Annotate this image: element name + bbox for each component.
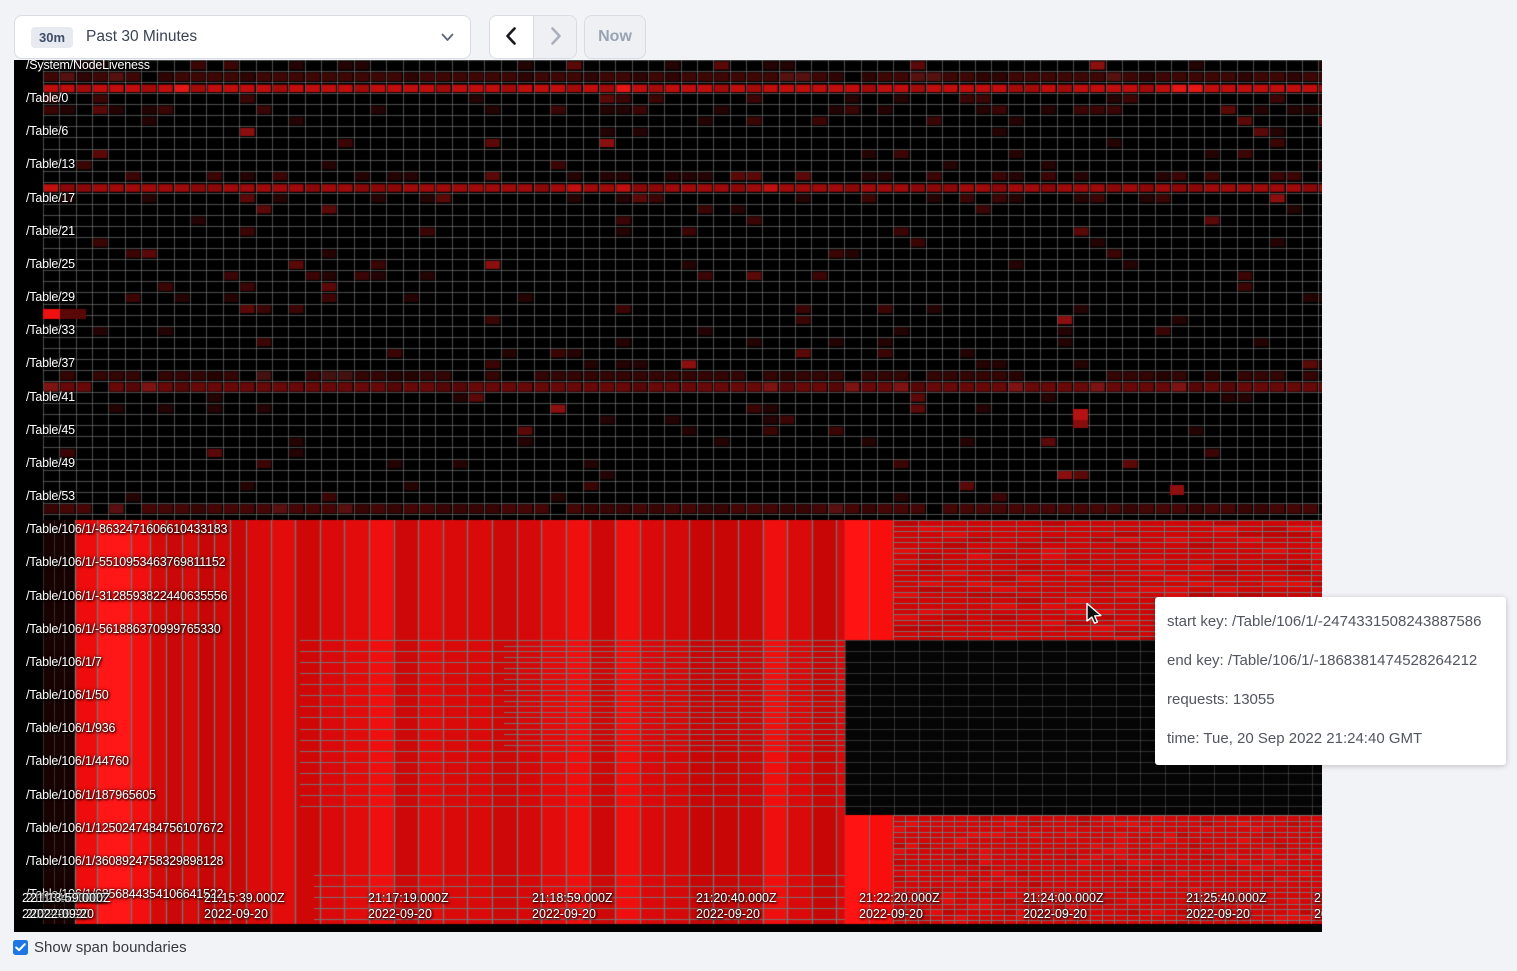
time-axis-label: 21:13:59.000Z2022-09-20 bbox=[30, 891, 111, 922]
tooltip-time: time: Tue, 20 Sep 2022 21:24:40 GMT bbox=[1167, 730, 1494, 747]
time-range-select[interactable]: 30m Past 30 Minutes bbox=[14, 15, 471, 59]
row-label: /Table/17 bbox=[26, 191, 75, 205]
row-label: /Table/106/1/-561886370999765330 bbox=[26, 622, 220, 636]
key-visualizer: /System/NodeLiveness/Table/0/Table/6/Tab… bbox=[14, 60, 1322, 932]
row-label: /Table/106/1/1250247484756107672 bbox=[26, 821, 223, 835]
row-label: /Table/106/1/-3128593822440635556 bbox=[26, 589, 227, 603]
tooltip-end-key: end key: /Table/106/1/-18683814745282642… bbox=[1167, 652, 1494, 669]
row-label: /Table/25 bbox=[26, 257, 75, 271]
row-label: /Table/106/1/3608924758329898128 bbox=[26, 854, 223, 868]
time-range-label: Past 30 Minutes bbox=[86, 28, 197, 46]
tooltip-start-key: start key: /Table/106/1/-247433150824388… bbox=[1167, 613, 1494, 630]
time-range-badge: 30m bbox=[31, 27, 73, 48]
row-label: /Table/45 bbox=[26, 423, 75, 437]
show-span-boundaries-control[interactable]: Show span boundaries bbox=[13, 939, 187, 956]
prev-time-button[interactable] bbox=[490, 16, 533, 58]
row-label: /Table/106/1/-5510953463769811152 bbox=[26, 555, 225, 569]
time-axis-label: 21:20:40.000Z2022-09-20 bbox=[696, 891, 777, 922]
row-label: /Table/37 bbox=[26, 356, 75, 370]
row-label: /Table/21 bbox=[26, 224, 75, 238]
time-axis-label: 21:18:59.000Z2022-09-20 bbox=[532, 891, 613, 922]
chevron-left-icon bbox=[501, 25, 523, 50]
chevron-down-icon bbox=[441, 33, 454, 42]
row-label: /Table/106/1/-8632471606610433183 bbox=[26, 522, 227, 536]
checkbox-checked-icon[interactable] bbox=[13, 940, 28, 955]
chevron-right-icon bbox=[544, 25, 566, 50]
tooltip-requests: requests: 13055 bbox=[1167, 691, 1494, 708]
row-label: /Table/49 bbox=[26, 456, 75, 470]
row-label: /Table/13 bbox=[26, 157, 75, 171]
time-axis-label: 21:24:00.000Z2022-09-20 bbox=[1023, 891, 1104, 922]
row-label: /System/NodeLiveness bbox=[26, 60, 150, 72]
row-label: /Table/41 bbox=[26, 390, 75, 404]
row-label: /Table/0 bbox=[26, 91, 68, 105]
time-axis-label: 21:17:19.000Z2022-09-20 bbox=[368, 891, 449, 922]
next-time-button[interactable] bbox=[533, 16, 576, 58]
row-label: /Table/106/1/936 bbox=[26, 721, 115, 735]
row-label: /Table/106/1/44760 bbox=[26, 754, 129, 768]
row-label: /Table/106/1/50 bbox=[26, 688, 109, 702]
heatmap-canvas[interactable] bbox=[14, 60, 1322, 932]
row-label: /Table/29 bbox=[26, 290, 75, 304]
row-label: /Table/106/1/7 bbox=[26, 655, 102, 669]
time-axis-label: 21:22:20.000Z2022-09-20 bbox=[859, 891, 940, 922]
row-label: /Table/33 bbox=[26, 323, 75, 337]
time-axis-label: 21:27:20.000Z2022-09-20 bbox=[1314, 891, 1322, 922]
hover-tooltip: start key: /Table/106/1/-247433150824388… bbox=[1155, 597, 1506, 765]
mouse-cursor-icon bbox=[1083, 602, 1105, 631]
time-axis-label: 21:25:40.000Z2022-09-20 bbox=[1186, 891, 1267, 922]
time-axis-label: 21:15:39.000Z2022-09-20 bbox=[204, 891, 285, 922]
now-button[interactable]: Now bbox=[584, 15, 646, 59]
checkbox-label: Show span boundaries bbox=[34, 939, 187, 956]
row-label: /Table/6 bbox=[26, 124, 68, 138]
key-visualizer-page: { "toolbar": { "range_badge": "30m", "ra… bbox=[0, 0, 1517, 971]
time-nav-group bbox=[489, 15, 577, 59]
row-label: /Table/53 bbox=[26, 489, 75, 503]
row-label: /Table/106/1/187965605 bbox=[26, 788, 156, 802]
